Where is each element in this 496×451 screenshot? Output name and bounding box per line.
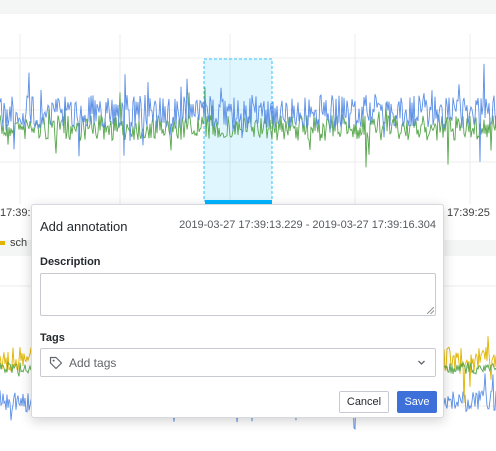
resize-grip-icon[interactable]	[427, 307, 434, 314]
legend-label: sch	[10, 237, 28, 249]
legend-item[interactable]: sch	[0, 237, 27, 249]
description-textarea[interactable]	[40, 273, 436, 316]
tags-label: Tags	[40, 332, 65, 344]
tag-icon	[49, 356, 63, 370]
description-label: Description	[40, 256, 101, 268]
legend-swatch	[0, 241, 5, 245]
tags-select[interactable]: Add tags	[40, 348, 436, 377]
tags-placeholder: Add tags	[69, 356, 117, 370]
chevron-down-icon[interactable]	[417, 358, 426, 367]
x-axis-tick-right: 17:39:25	[447, 207, 490, 219]
dialog-title: Add annotation	[40, 219, 128, 234]
add-annotation-dialog: Add annotation 2019-03-27 17:39:13.229 -…	[31, 204, 444, 418]
save-button[interactable]: Save	[397, 391, 437, 413]
annotation-time-range: 2019-03-27 17:39:13.229 - 2019-03-27 17:…	[179, 219, 436, 231]
cancel-button[interactable]: Cancel	[339, 391, 389, 413]
